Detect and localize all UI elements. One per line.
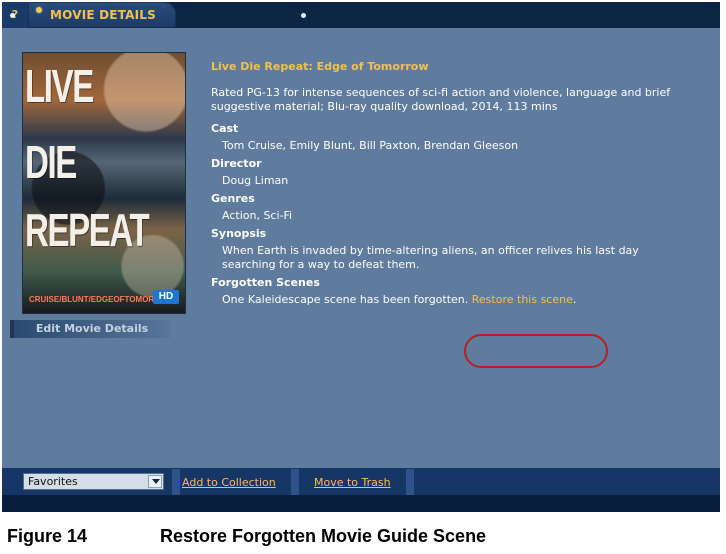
poster-title-line-3: REPEAT <box>25 204 150 256</box>
director-section: Director Doug Liman <box>211 157 701 188</box>
director-heading: Director <box>211 157 262 170</box>
figure-number: Figure 14 <box>7 526 88 546</box>
favorites-selected-value: Favorites <box>28 475 78 488</box>
restore-highlight-ring <box>464 334 608 368</box>
toolbar-divider <box>406 469 414 495</box>
movie-rating-description: Rated PG-13 for intense sequences of sci… <box>211 86 671 113</box>
chevron-down-icon <box>152 479 160 484</box>
footer-strip <box>2 495 720 512</box>
trash-indicator-icon <box>301 13 306 18</box>
top-bar: ? MOVIE DETAILS <box>2 2 720 28</box>
movie-details-tab-label: MOVIE DETAILS <box>50 8 157 22</box>
movie-details-tab[interactable]: MOVIE DETAILS <box>28 2 176 28</box>
add-to-collection-link[interactable]: Add to Collection <box>182 476 276 490</box>
favorites-select[interactable]: Favorites <box>23 473 164 490</box>
poster-title-line-1: LIVE <box>25 60 94 112</box>
help-tab[interactable]: ? <box>2 2 29 28</box>
genres-heading: Genres <box>211 192 255 205</box>
hd-badge: HD <box>153 290 179 304</box>
cast-value: Tom Cruise, Emily Blunt, Bill Paxton, Br… <box>222 139 519 152</box>
figure-title: Restore Forgotten Movie Guide Scene <box>160 526 487 546</box>
favorites-indicator-icon <box>10 13 15 18</box>
toolbar-divider <box>291 469 299 495</box>
tab-indicator-icon <box>36 7 42 13</box>
forgotten-scenes-section: Forgotten Scenes One Kaleidescape scene … <box>211 276 701 307</box>
movie-title: Live Die Repeat: Edge of Tomorrow <box>211 60 429 73</box>
forgotten-scenes-heading: Forgotten Scenes <box>211 276 320 289</box>
cast-heading: Cast <box>211 122 239 135</box>
movie-details-content: Live Die Repeat: Edge of Tomorrow Rated … <box>211 60 701 311</box>
poster-title-line-2: DIE <box>25 136 77 188</box>
forgotten-scenes-text: One Kaleidescape scene has been forgotte… <box>222 293 469 306</box>
move-to-trash-link[interactable]: Move to Trash <box>314 476 391 490</box>
movie-poster: LIVE DIE REPEAT CRUISE/BLUNT/EDGEOFTOMOR… <box>22 52 186 314</box>
forgotten-scenes-line: One Kaleidescape scene has been forgotte… <box>222 293 701 307</box>
figure-caption: Figure 14 Restore Forgotten Movie Guide … <box>7 525 717 547</box>
movie-details-window: ? MOVIE DETAILS LIVE DIE REPEAT CRUISE/B… <box>2 2 720 512</box>
details-panel: LIVE DIE REPEAT CRUISE/BLUNT/EDGEOFTOMOR… <box>2 28 720 468</box>
genres-value: Action, Sci-Fi <box>222 209 293 222</box>
restore-scene-link[interactable]: Restore this scene <box>472 293 573 306</box>
cast-section: Cast Tom Cruise, Emily Blunt, Bill Paxto… <box>211 122 701 153</box>
edit-movie-details-button[interactable]: Edit Movie Details <box>14 320 170 338</box>
director-value: Doug Liman <box>222 174 289 187</box>
dropdown-button[interactable] <box>148 475 162 488</box>
synopsis-value: When Earth is invaded by time-altering a… <box>222 244 639 271</box>
synopsis-heading: Synopsis <box>211 227 267 240</box>
restore-scene-period: . <box>572 293 577 306</box>
genres-section: Genres Action, Sci-Fi <box>211 192 701 223</box>
toolbar-divider <box>172 469 180 495</box>
synopsis-section: Synopsis When Earth is invaded by time-a… <box>211 227 701 272</box>
